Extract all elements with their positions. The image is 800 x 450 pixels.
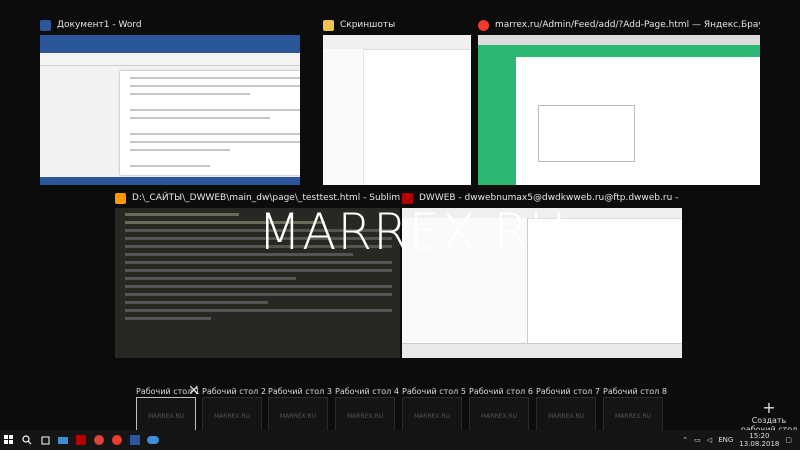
notification-icon[interactable]: ▢ <box>785 436 792 444</box>
plus-icon: + <box>762 398 776 417</box>
date: 13.08.2018 <box>739 440 780 448</box>
filezilla-icon <box>402 192 413 204</box>
folder-icon <box>323 19 334 31</box>
windows-start-icon[interactable] <box>0 430 18 450</box>
network-icon[interactable] <box>54 430 72 450</box>
window-title: DWWEB - dwwebnumax5@dwdkwweb.ru@ftp.dwwe… <box>419 193 682 203</box>
window-header: marrex.ru/Admin/Feed/add/?Add-Page.html … <box>478 15 760 35</box>
chevron-up-icon[interactable]: ⌃ <box>682 436 688 444</box>
task-view-icon[interactable] <box>36 430 54 450</box>
filezilla-icon[interactable] <box>72 430 90 450</box>
word-icon <box>40 19 51 31</box>
yandex-icon[interactable] <box>108 430 126 450</box>
network-status-icon[interactable]: ▭ <box>694 436 701 444</box>
desktop-8[interactable]: Рабочий стол 8 MARREX.RU <box>603 385 667 435</box>
watermark-text: MARREX.RU <box>258 203 567 261</box>
chrome-icon[interactable] <box>90 430 108 450</box>
clock[interactable]: 15:20 13.08.2018 <box>739 432 779 448</box>
desktop-3[interactable]: Рабочий стол 3 MARREX.RU <box>268 385 332 435</box>
volume-icon[interactable]: ◁ <box>707 436 712 444</box>
desktop-4[interactable]: Рабочий стол 4 MARREX.RU <box>335 385 399 435</box>
window-word[interactable]: Документ1 - Word <box>40 15 300 185</box>
window-header: Скриншоты <box>323 15 471 35</box>
window-preview <box>40 35 300 185</box>
window-explorer[interactable]: Скриншоты <box>323 15 471 185</box>
yandex-icon <box>478 19 489 31</box>
window-yandex-browser[interactable]: marrex.ru/Admin/Feed/add/?Add-Page.html … <box>478 15 760 185</box>
window-title: Скриншоты <box>340 20 396 30</box>
window-header: Документ1 - Word <box>40 15 300 35</box>
search-icon[interactable] <box>18 430 36 450</box>
desktop-6[interactable]: Рабочий стол 6 MARREX.RU <box>469 385 533 435</box>
desktop-2[interactable]: Рабочий стол 2 MARREX.RU <box>202 385 266 435</box>
window-preview <box>323 35 471 185</box>
desktop-5[interactable]: Рабочий стол 5 MARREX.RU <box>402 385 466 435</box>
document-page <box>120 71 300 175</box>
time: 15:20 <box>749 432 770 440</box>
word-icon[interactable] <box>126 430 144 450</box>
window-title: D:\_САЙТЫ\_DWWEB\main_dw\page\_testtest.… <box>132 193 400 203</box>
window-preview <box>478 35 760 185</box>
system-tray: ⌃ ▭ ◁ ENG 15:20 13.08.2018 ▢ <box>682 432 800 448</box>
desktop-7[interactable]: Рабочий стол 7 MARREX.RU <box>536 385 600 435</box>
edge-icon[interactable] <box>144 430 162 450</box>
window-title: Документ1 - Word <box>57 20 142 30</box>
sublime-icon <box>115 192 126 204</box>
desktop-1[interactable]: Рабочий стол 1 MARREX.RU <box>136 385 200 435</box>
close-desktop-icon[interactable]: ✕ <box>188 383 200 399</box>
language-indicator[interactable]: ENG <box>718 436 733 444</box>
new-desktop-button[interactable]: + Создать рабочий стол <box>738 398 800 435</box>
taskbar: ⌃ ▭ ◁ ENG 15:20 13.08.2018 ▢ <box>0 430 800 450</box>
window-title: marrex.ru/Admin/Feed/add/?Add-Page.html … <box>495 20 760 30</box>
